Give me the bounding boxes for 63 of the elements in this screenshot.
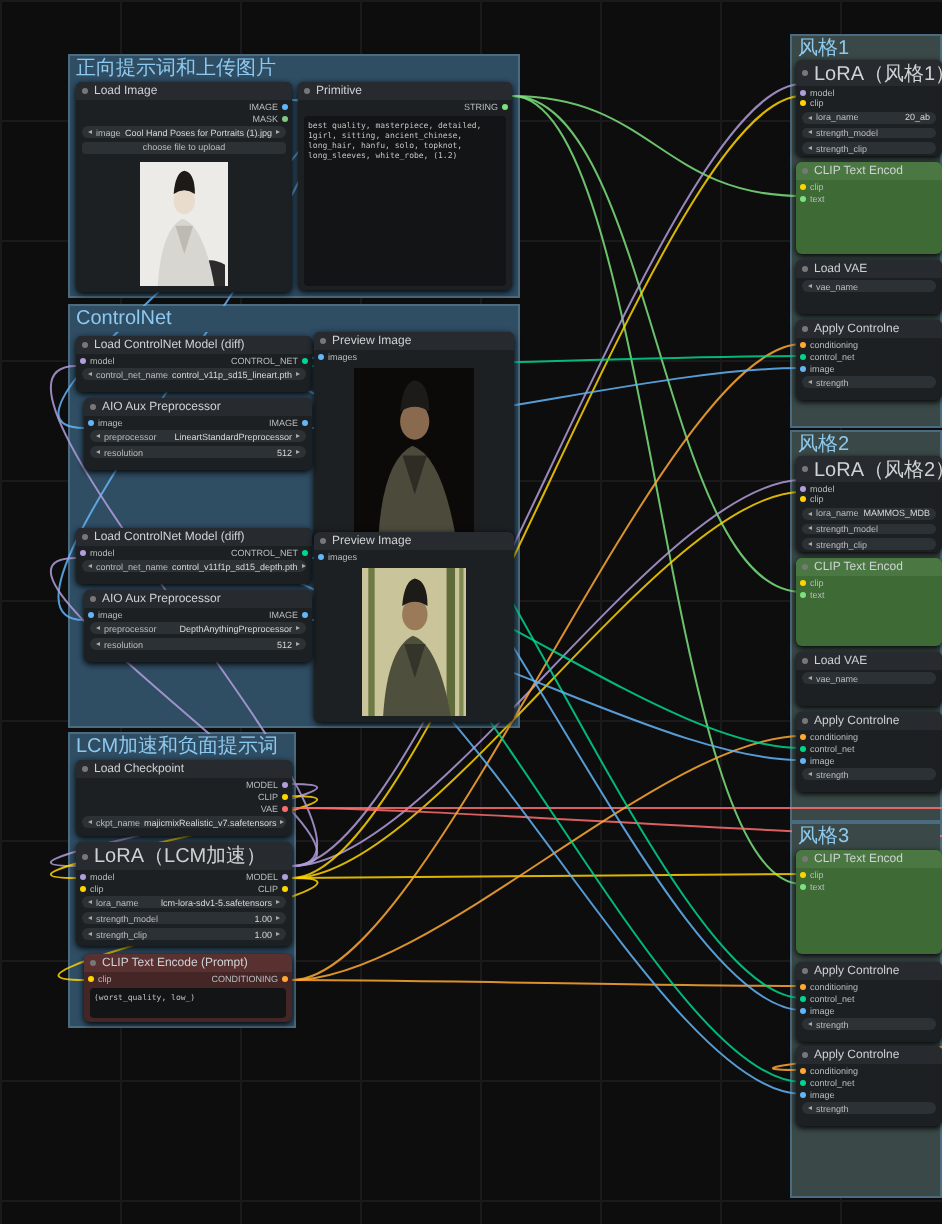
collapse-dot-icon[interactable] <box>802 718 808 724</box>
collapse-dot-icon[interactable] <box>802 968 808 974</box>
arrow-left-icon[interactable] <box>88 900 92 904</box>
arrow-right-icon[interactable] <box>280 820 285 824</box>
arrow-left-icon[interactable] <box>808 130 812 135</box>
arrow-right-icon[interactable] <box>296 450 300 454</box>
collapse-dot-icon[interactable] <box>802 564 808 570</box>
collapse-dot-icon[interactable] <box>82 534 88 540</box>
node-header[interactable]: LoRA（风格1） <box>796 60 942 87</box>
arrow-right-icon[interactable] <box>296 642 300 646</box>
arrow-right-icon[interactable] <box>276 916 280 920</box>
arrow-left-icon[interactable] <box>808 146 812 151</box>
arrow-left-icon[interactable] <box>88 820 92 824</box>
arrow-right-icon[interactable] <box>276 900 280 904</box>
collapse-dot-icon[interactable] <box>802 658 808 664</box>
arrow-left-icon[interactable] <box>88 916 92 920</box>
arrow-left-icon[interactable] <box>808 676 812 680</box>
collapse-dot-icon[interactable] <box>90 404 96 410</box>
arrow-left-icon[interactable] <box>808 1022 812 1026</box>
arrow-left-icon[interactable] <box>88 564 92 568</box>
arrow-left-icon[interactable] <box>88 130 92 134</box>
arrow-left-icon[interactable] <box>808 284 812 288</box>
arrow-right-icon[interactable] <box>296 434 300 438</box>
arrow-left-icon[interactable] <box>96 434 100 438</box>
arrow-left-icon[interactable] <box>808 1106 812 1110</box>
arrow-left-icon[interactable] <box>808 542 812 547</box>
group-title: 风格3 <box>792 824 940 850</box>
arrow-left-icon[interactable] <box>88 932 92 936</box>
node-header[interactable]: LoRA（风格2） <box>796 456 942 483</box>
collapse-dot-icon[interactable] <box>802 70 808 77</box>
node-title: LoRA（风格2） <box>814 457 942 484</box>
arrow-left-icon[interactable] <box>96 626 100 630</box>
collapse-dot-icon[interactable] <box>320 538 326 544</box>
collapse-dot-icon[interactable] <box>802 466 808 473</box>
arrow-left-icon[interactable] <box>808 511 812 516</box>
arrow-left-icon[interactable] <box>96 450 100 454</box>
arrow-left-icon[interactable] <box>808 772 812 776</box>
arrow-left-icon[interactable] <box>88 372 92 376</box>
collapse-dot-icon[interactable] <box>802 856 808 862</box>
collapse-dot-icon[interactable] <box>82 853 88 859</box>
collapse-dot-icon[interactable] <box>90 596 96 602</box>
arrow-right-icon[interactable] <box>276 932 280 936</box>
arrow-left-icon[interactable] <box>808 115 812 120</box>
node-title: LoRA（LCM加速） <box>94 843 267 870</box>
collapse-dot-icon[interactable] <box>802 326 808 332</box>
node-title: LoRA（风格1） <box>814 61 942 88</box>
arrow-right-icon[interactable] <box>276 130 280 134</box>
collapse-dot-icon[interactable] <box>320 338 326 344</box>
collapse-dot-icon[interactable] <box>304 88 310 94</box>
collapse-dot-icon[interactable] <box>82 766 88 772</box>
arrow-left-icon[interactable] <box>808 526 812 531</box>
arrow-right-icon[interactable] <box>296 626 300 630</box>
collapse-dot-icon[interactable] <box>802 168 808 174</box>
node-header[interactable]: LoRA（LCM加速） <box>76 842 292 870</box>
collapse-dot-icon[interactable] <box>802 1052 808 1058</box>
collapse-dot-icon[interactable] <box>82 88 88 94</box>
arrow-right-icon[interactable] <box>301 564 306 568</box>
arrow-left-icon[interactable] <box>808 380 812 384</box>
collapse-dot-icon[interactable] <box>82 342 88 348</box>
collapse-dot-icon[interactable] <box>90 960 96 966</box>
arrow-left-icon[interactable] <box>96 642 100 646</box>
arrow-right-icon[interactable] <box>296 372 300 376</box>
collapse-dot-icon[interactable] <box>802 266 808 272</box>
